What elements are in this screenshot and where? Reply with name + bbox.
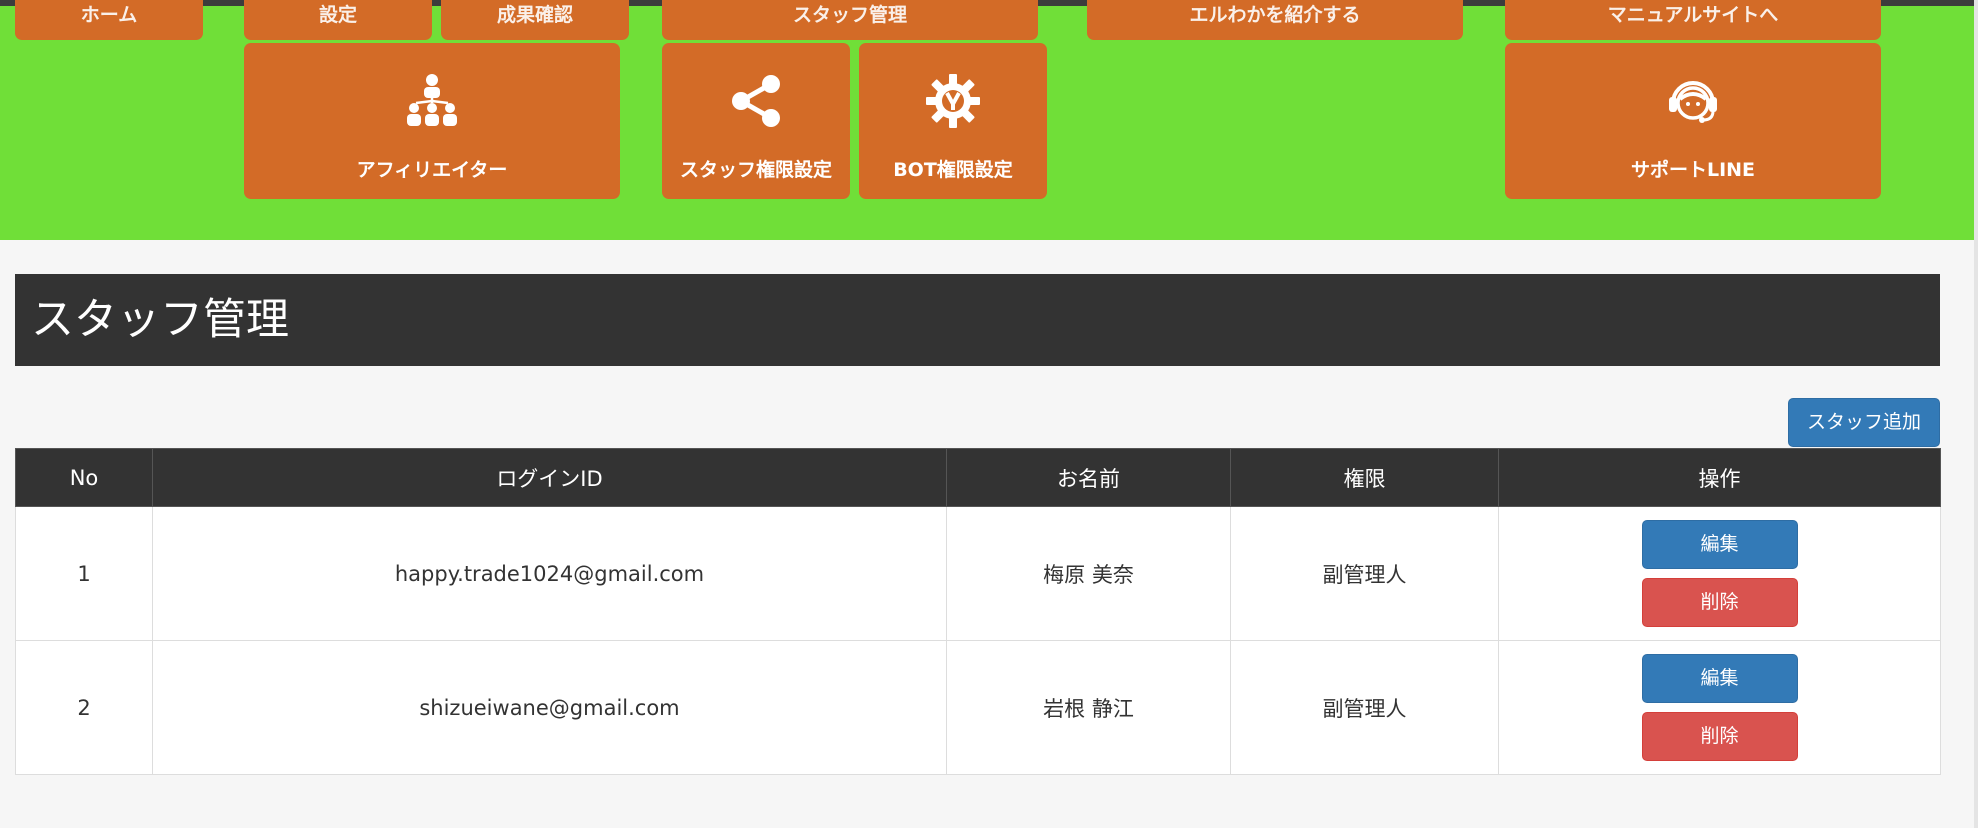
table-header-row: No ログインID お名前 権限 操作: [15, 448, 1941, 507]
affiliate-icon: [407, 74, 457, 126]
edit-button[interactable]: 編集: [1641, 654, 1798, 703]
column-header-no[interactable]: No: [15, 448, 153, 507]
menu-tile-bot-permission[interactable]: BOT権限設定: [859, 43, 1047, 199]
menu-tile-staff[interactable]: スタッフ管理: [662, 0, 1038, 40]
menu-tile-results[interactable]: 成果確認: [441, 0, 629, 40]
row-actions: 編集 削除: [1499, 654, 1940, 761]
menu-tile-home[interactable]: ホーム: [15, 0, 203, 40]
column-header-actions: 操作: [1498, 448, 1941, 507]
headset-icon: [1669, 81, 1717, 123]
cell-no: 1: [15, 506, 153, 641]
menu-tile-manual[interactable]: マニュアルサイトへ: [1505, 0, 1881, 40]
delete-button[interactable]: 削除: [1641, 712, 1798, 761]
cell-role: 副管理人: [1230, 506, 1499, 641]
table-row: 2 shizueiwane@gmail.com 岩根 静江 副管理人 編集 削除: [15, 640, 1941, 775]
edit-button[interactable]: 編集: [1641, 520, 1798, 569]
cell-name: 梅原 美奈: [946, 506, 1231, 641]
staff-table: No ログインID お名前 権限 操作 1 happy.trade1024@gm…: [15, 448, 1941, 775]
tile-label: BOT権限設定: [893, 159, 1013, 181]
tile-label: アフィリエイター: [356, 159, 508, 181]
tile-label: エルわかを紹介する: [1189, 4, 1361, 26]
delete-button[interactable]: 削除: [1641, 578, 1798, 627]
column-header-role[interactable]: 権限: [1230, 448, 1499, 507]
cell-no: 2: [15, 640, 153, 775]
cell-actions: 編集 削除: [1498, 506, 1941, 641]
tile-label: ホーム: [80, 4, 138, 26]
cell-login-id: happy.trade1024@gmail.com: [152, 506, 947, 641]
scrollbar-track[interactable]: [1974, 0, 1978, 828]
table-row: 1 happy.trade1024@gmail.com 梅原 美奈 副管理人 編…: [15, 506, 1941, 641]
cell-name: 岩根 静江: [946, 640, 1231, 775]
menu-area: ホーム 設定 成果確認 スタッフ管理 エルわかを紹介する マニュアルサイトへ ア…: [0, 0, 1974, 240]
page-title: スタッフ管理: [31, 295, 289, 345]
menu-tile-staff-permission[interactable]: スタッフ権限設定: [662, 43, 850, 199]
menu-tile-settings[interactable]: 設定: [244, 0, 432, 40]
tile-label: 成果確認: [496, 4, 573, 26]
tile-label: マニュアルサイトへ: [1607, 4, 1779, 26]
tile-label: 設定: [318, 4, 357, 26]
cell-actions: 編集 削除: [1498, 640, 1941, 775]
column-header-login-id[interactable]: ログインID: [152, 448, 947, 507]
add-staff-button[interactable]: スタッフ追加: [1788, 398, 1940, 447]
cell-login-id: shizueiwane@gmail.com: [152, 640, 947, 775]
row-actions: 編集 削除: [1499, 520, 1940, 627]
cell-role: 副管理人: [1230, 640, 1499, 775]
page-title-bar: スタッフ管理: [15, 274, 1940, 366]
menu-tile-introduce[interactable]: エルわかを紹介する: [1087, 0, 1463, 40]
tile-label: スタッフ権限設定: [679, 159, 832, 181]
column-header-name[interactable]: お名前: [946, 448, 1231, 507]
menu-tile-affiliate[interactable]: アフィリエイター: [244, 43, 620, 199]
tile-label: スタッフ管理: [792, 4, 907, 26]
menu-tile-support-line[interactable]: サポートLINE: [1505, 43, 1881, 199]
tile-label: サポートLINE: [1630, 159, 1756, 181]
share-icon: [732, 75, 780, 127]
gear-icon: [926, 74, 980, 128]
